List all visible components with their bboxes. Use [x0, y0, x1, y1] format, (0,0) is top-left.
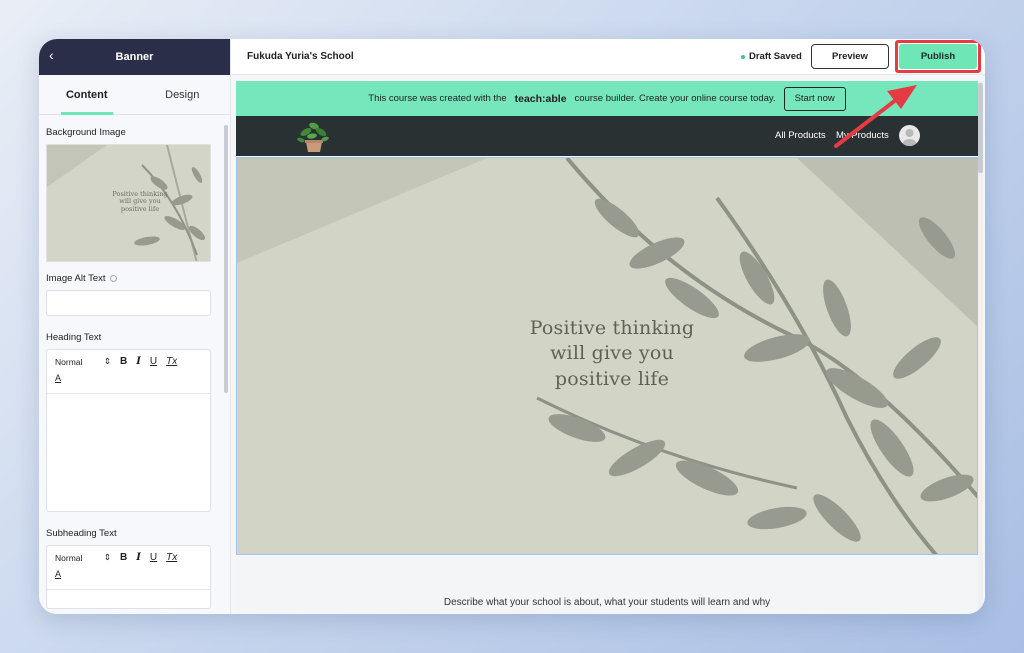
info-icon[interactable] [109, 275, 117, 282]
user-icon [902, 129, 917, 146]
underline-button[interactable]: U [150, 356, 157, 367]
heading-text-label: Heading Text [46, 332, 102, 343]
italic-button[interactable]: I [136, 552, 141, 563]
site-navbar: All Products My Products [236, 116, 978, 156]
page-preview-canvas: This course was created with the teach:a… [236, 81, 978, 614]
thumbnail-heading: Positive thinking will give you positive… [112, 190, 168, 213]
subheading-toolbar: Normal ⇕ B I U Tx A [47, 546, 210, 590]
updown-icon: ⇕ [103, 356, 111, 366]
canvas-scrollbar[interactable] [978, 81, 983, 614]
top-bar: Fukuda Yuria's School Draft Saved Previe… [231, 39, 985, 75]
clear-format-button[interactable]: Tx [166, 356, 177, 367]
nav-all-products[interactable]: All Products [775, 130, 826, 141]
sidebar-scrollbar[interactable] [224, 125, 228, 393]
sidebar-title: Banner [115, 51, 154, 63]
nav-my-products[interactable]: My Products [836, 130, 889, 141]
bold-button[interactable]: B [120, 552, 127, 563]
school-name: Fukuda Yuria's School [247, 51, 354, 62]
school-description-text[interactable]: Describe what your school is about, what… [236, 597, 978, 608]
banner-heading[interactable]: Positive thinking will give you positive… [497, 316, 727, 392]
promo-bar: This course was created with the teach:a… [236, 81, 978, 116]
subheading-text-area[interactable] [47, 590, 210, 608]
heading-text-area[interactable] [47, 394, 210, 511]
main-area: Fukuda Yuria's School Draft Saved Previe… [231, 39, 985, 614]
text-color-button[interactable]: A [55, 569, 202, 579]
sidebar: ‹ Banner Content Design Background Image [39, 39, 231, 614]
updown-icon: ⇕ [103, 552, 111, 562]
promo-text-after: course builder. Create your online cours… [574, 93, 776, 104]
banner-section[interactable]: Positive thinking will give you positive… [236, 157, 978, 555]
avatar[interactable] [899, 125, 920, 146]
image-alt-label: Image Alt Text [46, 273, 224, 284]
sidebar-tabs: Content Design [39, 75, 230, 115]
tab-content[interactable]: Content [39, 75, 135, 115]
format-select[interactable]: Normal ⇕ [55, 356, 111, 367]
preview-button[interactable]: Preview [811, 44, 889, 69]
tab-design[interactable]: Design [135, 75, 231, 114]
publish-button[interactable]: Publish [899, 44, 977, 69]
plant-logo-icon[interactable] [294, 118, 334, 154]
subheading-text-label: Subheading Text [46, 528, 117, 539]
sidebar-body: Background Image Positive thinking will … [39, 116, 231, 614]
background-image-label: Background Image [46, 127, 126, 138]
teachable-logo: teach:able [514, 92, 567, 105]
underline-button[interactable]: U [150, 552, 157, 563]
start-now-button[interactable]: Start now [783, 86, 846, 111]
subheading-text-editor: Normal ⇕ B I U Tx A [46, 545, 211, 609]
save-status: Draft Saved [741, 51, 802, 62]
editor-window: ‹ Banner Content Design Background Image [39, 39, 985, 614]
status-dot-icon [741, 54, 745, 59]
clear-format-button[interactable]: Tx [166, 552, 177, 563]
background-image-thumbnail[interactable]: Positive thinking will give you positive… [46, 144, 211, 262]
promo-text-before: This course was created with the [368, 93, 507, 104]
format-select[interactable]: Normal ⇕ [55, 552, 111, 563]
sidebar-header: ‹ Banner [39, 39, 230, 75]
image-alt-input[interactable] [46, 290, 211, 316]
italic-button[interactable]: I [136, 356, 141, 367]
text-color-button[interactable]: A [55, 373, 202, 383]
heading-text-editor: Normal ⇕ B I U Tx A [46, 349, 211, 512]
heading-toolbar: Normal ⇕ B I U Tx A [47, 350, 210, 394]
bold-button[interactable]: B [120, 356, 127, 367]
chevron-left-icon[interactable]: ‹ [49, 47, 54, 63]
